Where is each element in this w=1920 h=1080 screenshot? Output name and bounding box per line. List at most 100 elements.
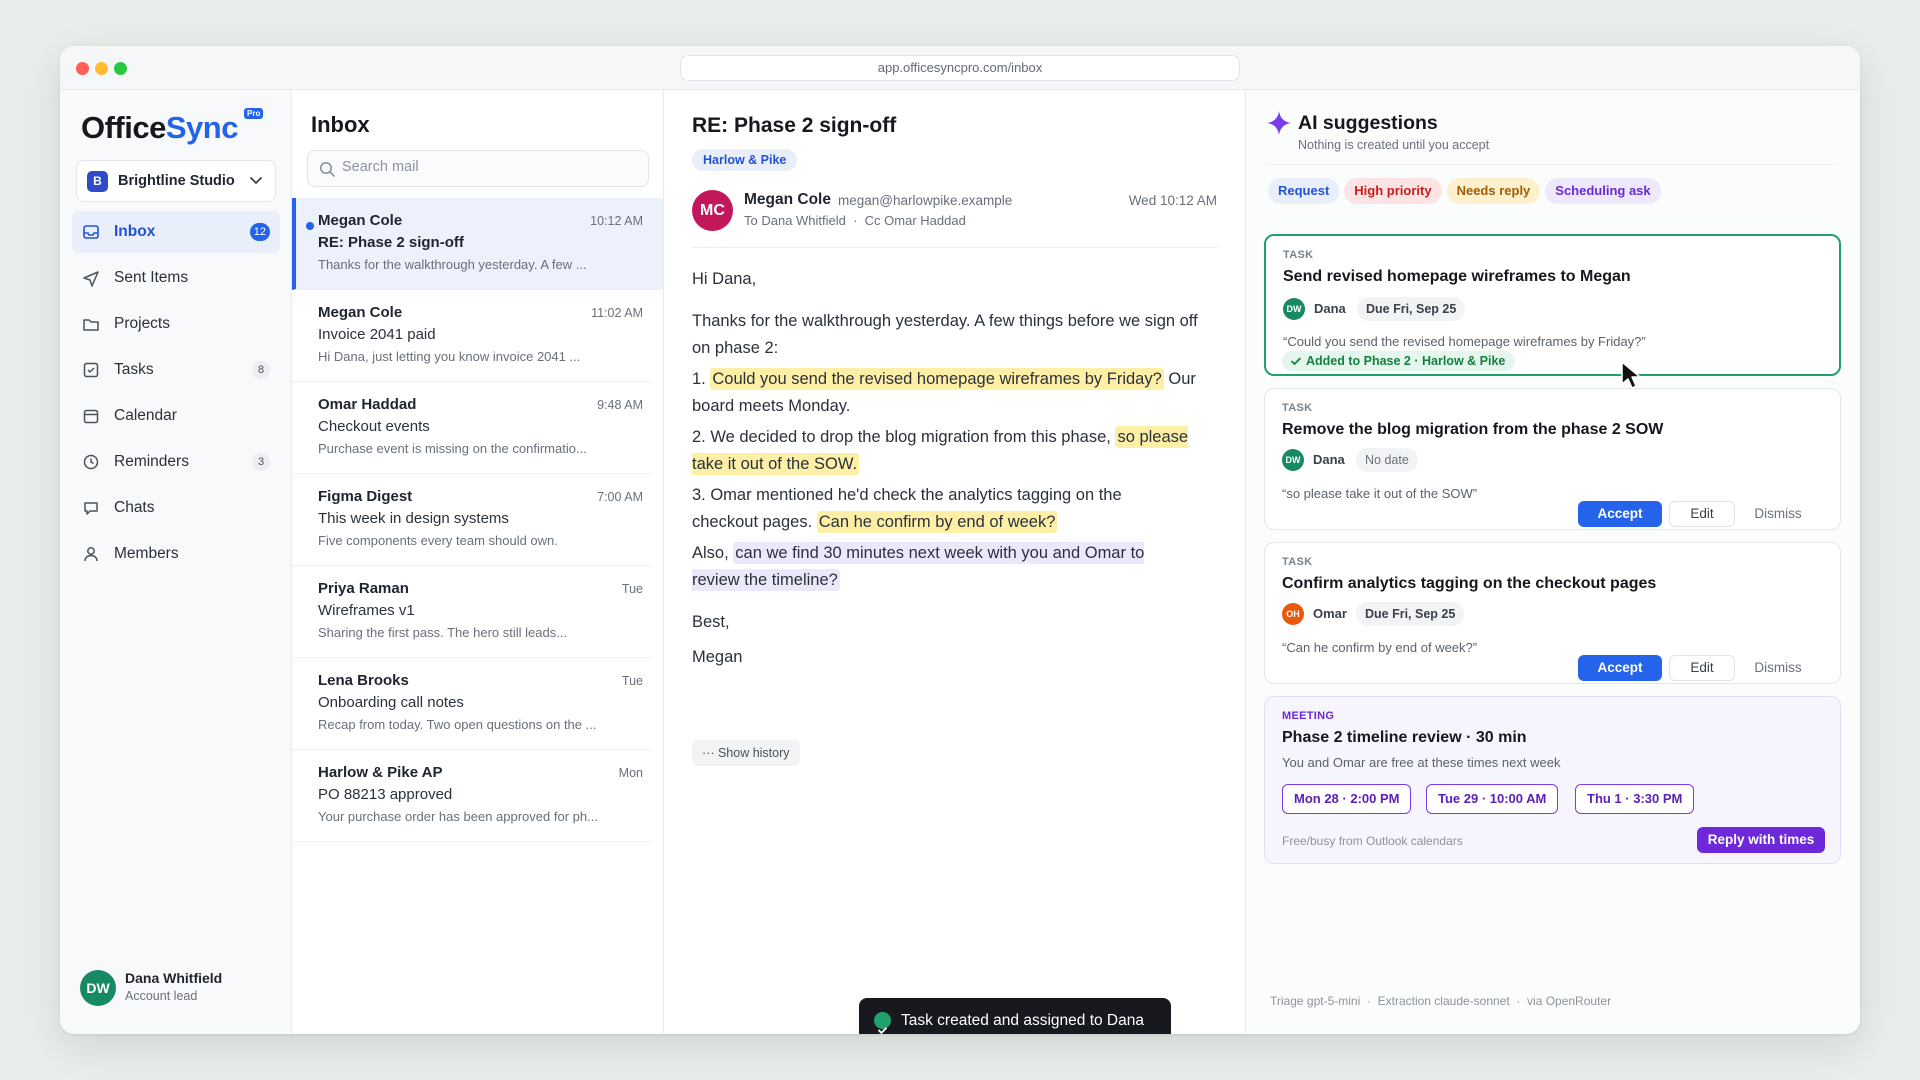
check-icon <box>1291 357 1301 366</box>
person-icon <box>84 547 98 562</box>
address-bar[interactable]: app.officesyncpro.com/inbox <box>680 55 1240 81</box>
message-sender: Megan Cole <box>318 304 403 321</box>
due-date-chip[interactable]: Due Fri, Sep 25 <box>1357 297 1466 321</box>
message-row[interactable]: Priya Raman Tue Wireframes v1 Sharing th… <box>292 566 651 658</box>
task-title: Confirm analytics tagging on the checkou… <box>1282 575 1657 592</box>
message-subject: Checkout events <box>318 418 430 435</box>
message-sender: Harlow & Pike AP <box>318 764 443 781</box>
intro-paragraph: Thanks for the walkthrough yesterday. A … <box>692 312 1198 357</box>
sender-name[interactable]: Megan Cole <box>744 191 831 209</box>
dismiss-button[interactable]: Dismiss <box>1743 501 1813 527</box>
nav-item-sent[interactable]: Sent Items <box>72 257 280 299</box>
message-row[interactable]: Lena Brooks Tue Onboarding call notes Re… <box>292 658 651 750</box>
message-sender: Megan Cole <box>318 212 403 229</box>
inbox-icon <box>83 225 99 239</box>
message-row[interactable]: Megan Cole 10:12 AM RE: Phase 2 sign-off… <box>292 198 663 290</box>
search-input[interactable] <box>342 159 632 175</box>
time-slot-button[interactable]: Tue 29 · 10:00 AM <box>1426 784 1559 814</box>
nav-label: Sent Items <box>114 269 189 286</box>
highlight-scheduling[interactable]: can we find 30 minutes next week with yo… <box>692 542 1145 591</box>
chat-icon <box>84 502 98 515</box>
task-card-added[interactable]: TASK Send revised homepage wireframes to… <box>1264 234 1841 376</box>
client-tag[interactable]: Harlow & Pike <box>692 149 798 171</box>
user-profile[interactable]: DW Dana Whitfield Account lead <box>80 966 280 1010</box>
item-2: 2. We decided to drop the blog migration… <box>692 426 1189 475</box>
unread-dot <box>306 222 314 230</box>
edit-button[interactable]: Edit <box>1669 501 1735 527</box>
message-row[interactable]: Omar Haddad 9:48 AM Checkout events Purc… <box>292 382 651 474</box>
ai-suggestions-panel: AI suggestions Nothing is created until … <box>1246 90 1860 1034</box>
nav-item-reminders[interactable]: Reminders 3 <box>72 441 280 483</box>
highlight-request[interactable]: Can he confirm by end of week? <box>816 511 1058 533</box>
nav-label: Projects <box>114 315 170 332</box>
due-date-chip[interactable]: No date <box>1356 448 1418 472</box>
message-row[interactable]: Megan Cole 11:02 AM Invoice 2041 paid Hi… <box>292 290 651 382</box>
accept-button[interactable]: Accept <box>1578 501 1662 527</box>
meeting-subtitle: You and Omar are free at these times nex… <box>1282 755 1561 770</box>
browser-chrome: app.officesyncpro.com/inbox <box>60 46 1860 90</box>
reminders-count-badge: 3 <box>252 453 270 471</box>
divider <box>692 247 1218 248</box>
inbox-pane: Inbox Megan Cole 10:12 AM RE: Phase 2 si… <box>292 90 664 1034</box>
message-time: 11:02 AM <box>591 306 643 320</box>
assignee-name: Dana <box>1313 452 1345 467</box>
message-snippet: Hi Dana, just letting you know invoice 2… <box>318 349 581 364</box>
chip-needs-reply: Needs reply <box>1446 178 1541 204</box>
message-sender: Figma Digest <box>318 488 413 505</box>
show-history-button[interactable]: ··· Show history <box>692 740 800 766</box>
nav-label: Calendar <box>114 407 177 424</box>
meeting-card: MEETING Phase 2 timeline review · 30 min… <box>1264 696 1841 864</box>
task-title: Remove the blog migration from the phase… <box>1282 421 1664 438</box>
checkbox-icon <box>83 362 99 378</box>
maximize-window-button[interactable] <box>114 62 127 75</box>
nav-item-projects[interactable]: Projects <box>72 303 280 345</box>
message-reader: RE: Phase 2 sign-off Harlow & Pike MC Me… <box>664 90 1246 1034</box>
card-kind: TASK <box>1282 556 1313 568</box>
unread-count-badge: 12 <box>249 223 270 241</box>
time-slot-button[interactable]: Mon 28 · 2:00 PM <box>1282 784 1412 814</box>
nav-item-chats[interactable]: Chats <box>72 487 280 529</box>
chevron-down-icon <box>250 177 262 184</box>
meeting-title: Phase 2 timeline review · 30 min <box>1282 729 1527 746</box>
nav-item-inbox[interactable]: Inbox 12 <box>72 211 280 253</box>
card-kind: TASK <box>1282 402 1313 414</box>
nav-item-calendar[interactable]: Calendar <box>72 395 280 437</box>
highlight-request[interactable]: Could you send the revised homepage wire… <box>710 368 1164 390</box>
reply-with-times-button[interactable]: Reply with times <box>1697 827 1825 853</box>
sparkle-icon <box>1267 111 1291 135</box>
message-row[interactable]: Harlow & Pike AP Mon PO 88213 approved Y… <box>292 750 651 842</box>
mouse-cursor-icon <box>1621 361 1641 389</box>
message-row[interactable]: Figma Digest 7:00 AM This week in design… <box>292 474 651 566</box>
due-date-chip[interactable]: Due Fri, Sep 25 <box>1356 602 1465 626</box>
source-quote: “so please take it out of the SOW” <box>1282 486 1478 501</box>
minimize-window-button[interactable] <box>95 62 108 75</box>
pro-badge: Pro <box>244 108 264 119</box>
nav-label: Members <box>114 545 179 562</box>
tasks-count-badge: 8 <box>252 361 270 379</box>
nav-item-tasks[interactable]: Tasks 8 <box>72 349 280 391</box>
edit-button[interactable]: Edit <box>1669 655 1735 681</box>
panel-title: AI suggestions <box>1298 112 1438 134</box>
nav-item-members[interactable]: Members <box>72 533 280 575</box>
dismiss-button[interactable]: Dismiss <box>1743 655 1813 681</box>
time-slot-button[interactable]: Thu 1 · 3:30 PM <box>1575 784 1695 814</box>
accept-button[interactable]: Accept <box>1578 655 1662 681</box>
nav-label: Chats <box>114 499 155 516</box>
message-time: 9:48 AM <box>597 398 643 412</box>
folder-icon <box>83 319 99 331</box>
message-time: Mon <box>618 766 643 780</box>
signoff: Best, <box>692 613 730 631</box>
message-time: Tue <box>621 674 643 688</box>
message-snippet: Your purchase order has been approved fo… <box>318 809 598 824</box>
close-window-button[interactable] <box>76 62 89 75</box>
avatar: DW <box>80 970 116 1006</box>
workspace-switcher[interactable]: B Brightline Studio <box>76 160 276 202</box>
message-sender: Omar Haddad <box>318 396 417 413</box>
card-kind: MEETING <box>1282 710 1335 722</box>
panel-subtitle: Nothing is created until you accept <box>1298 138 1490 152</box>
item-3: 3. Omar mentioned he'd check the analyti… <box>692 486 1122 533</box>
search-box[interactable] <box>307 150 649 187</box>
assignee-name: Omar <box>1313 606 1347 621</box>
signature: Megan <box>692 648 743 666</box>
source-quote: “Could you send the revised homepage wir… <box>1283 334 1646 349</box>
